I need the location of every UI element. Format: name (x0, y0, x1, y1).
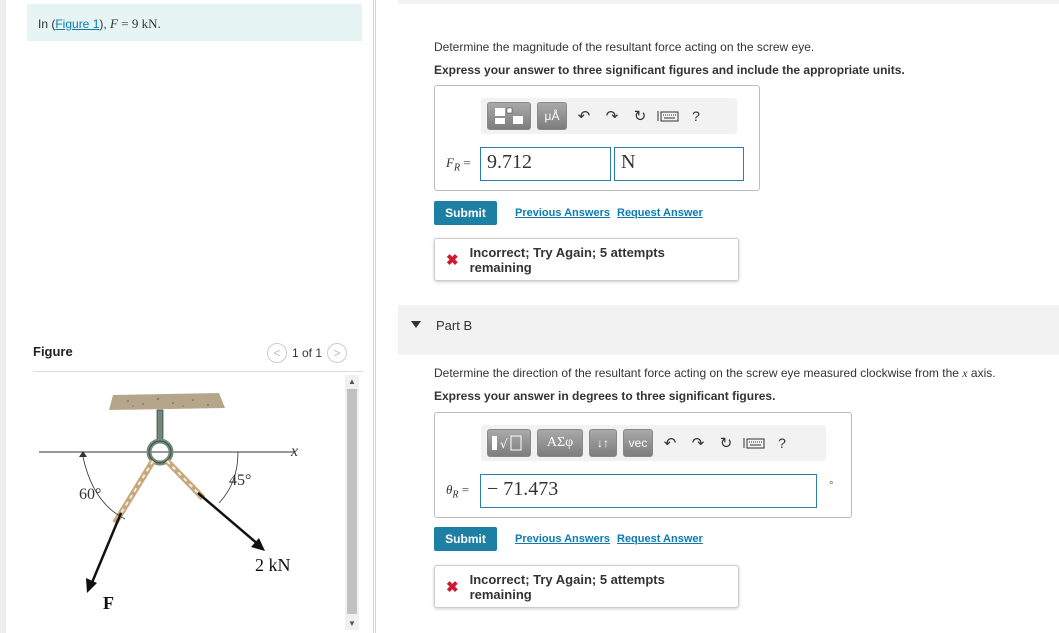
page: In (Figure 1), F = 9 kN. Figure < 1 of 1… (0, 0, 1059, 633)
help-icon[interactable]: ? (771, 435, 793, 451)
sort-button[interactable]: ↓↑ (589, 429, 617, 457)
intro-suffix: ), (99, 17, 111, 31)
reset-icon[interactable]: ↻ (715, 430, 737, 456)
partA-question: Determine the magnitude of the resultant… (434, 40, 815, 54)
error-icon: ✖ (446, 578, 459, 596)
redo-icon[interactable]: ↷ (687, 430, 709, 456)
partB-previous-answers-link[interactable]: Previous Answers (515, 533, 610, 545)
template-button[interactable] (487, 102, 531, 130)
undo-icon[interactable]: ↶ (573, 103, 595, 129)
collapse-triangle-icon[interactable] (411, 321, 421, 328)
force-variable: F (110, 16, 118, 31)
angle-45-label: 45° (229, 472, 251, 489)
partB-value-input[interactable]: − 71.473 (480, 474, 817, 508)
partA-answer-box: μÅ ↶ ↷ ↻ ? FR = 9.712 N (434, 85, 760, 191)
force-2kN-label: 2 kN (255, 555, 291, 575)
scroll-thumb[interactable] (347, 389, 357, 614)
partA-label-var: F (446, 155, 454, 170)
force-F-label: F (103, 593, 114, 613)
partA-header (398, 0, 1059, 4)
keyboard-icon[interactable] (743, 430, 765, 456)
partB-feedback: ✖ Incorrect; Try Again; 5 attempts remai… (434, 565, 739, 608)
partA-label-eq: = (460, 155, 471, 170)
redo-icon[interactable]: ↷ (601, 103, 623, 129)
partB-instruction: Express your answer in degrees to three … (434, 389, 776, 403)
help-icon[interactable]: ? (685, 108, 707, 124)
partB-feedback-text: Incorrect; Try Again; 5 attempts remaini… (469, 571, 665, 602)
screw-stem (156, 409, 164, 441)
vec-button[interactable]: vec (623, 429, 653, 457)
partB-question: Determine the direction of the resultant… (434, 366, 996, 381)
partB-submit-button[interactable]: Submit (434, 527, 497, 551)
partA-previous-answers-link[interactable]: Previous Answers (515, 207, 610, 219)
scroll-down-icon[interactable]: ▼ (348, 619, 356, 628)
screw-eye-diagram: x F 2 kN 60° 45° (39, 393, 298, 613)
partA-label: FR = (446, 155, 471, 174)
force-value: = 9 kN. (118, 16, 161, 31)
ceiling-block (109, 393, 225, 410)
partB-label: θR = (446, 482, 469, 501)
template-sqrt-button[interactable]: √ (487, 429, 531, 457)
partA-unit-input[interactable]: N (614, 147, 744, 181)
figure-scrollbar[interactable]: ▲ ▼ (345, 375, 359, 630)
partB-question-prefix: Determine the direction of the resultant… (434, 366, 963, 380)
figure-divider (33, 371, 363, 372)
svg-text:√: √ (500, 437, 508, 451)
undo-icon[interactable]: ↶ (659, 430, 681, 456)
partB-answer-box: √ ΑΣφ ↓↑ vec ↶ ↷ ↻ ? θR = − 71.473 ° (434, 412, 852, 518)
figure-pager-label: 1 of 1 (292, 346, 323, 360)
angle-60-label: 60° (79, 486, 101, 503)
units-button[interactable]: μÅ (537, 102, 567, 130)
figure-diagram: x F 2 kN 60° 45° (33, 373, 343, 631)
prev-figure-button[interactable]: < (267, 343, 287, 363)
partB-request-answer-link[interactable]: Request Answer (617, 533, 703, 545)
partB-toolbar: √ ΑΣφ ↓↑ vec ↶ ↷ ↻ ? (481, 425, 826, 461)
partA-toolbar: μÅ ↶ ↷ ↻ ? (481, 98, 737, 134)
template-icon (495, 107, 523, 124)
force-F-arrow (89, 512, 123, 586)
partB-label-eq: = (458, 482, 470, 497)
partA-feedback: ✖ Incorrect; Try Again; 5 attempts remai… (434, 238, 739, 281)
partB-title[interactable]: Part B (436, 318, 472, 333)
template-sqrt-icon: √ (492, 435, 522, 451)
next-figure-button[interactable]: > (327, 343, 348, 363)
partB-question-suffix: axis. (967, 366, 996, 380)
partA-request-answer-link[interactable]: Request Answer (617, 207, 703, 219)
force-2kN-arrow (197, 492, 260, 546)
answer-panel: Determine the magnitude of the resultant… (376, 0, 1059, 633)
partA-instruction: Express your answer to three significant… (434, 63, 905, 77)
error-icon: ✖ (446, 251, 459, 269)
x-axis-label: x (290, 443, 298, 460)
keyboard-icon[interactable] (657, 103, 679, 129)
problem-statement: In (Figure 1), F = 9 kN. (27, 4, 362, 41)
figure-link[interactable]: Figure 1 (55, 17, 99, 31)
partA-feedback-text: Incorrect; Try Again; 5 attempts remaini… (469, 244, 665, 275)
reset-icon[interactable]: ↻ (629, 103, 651, 129)
symbols-button[interactable]: ΑΣφ (537, 429, 583, 457)
intro-prefix: In ( (38, 17, 56, 31)
force-F-arrowhead (86, 578, 97, 593)
figure-title: Figure (33, 344, 73, 359)
figure-pager: < 1 of 1 > (267, 343, 348, 363)
partA-submit-button[interactable]: Submit (434, 201, 497, 225)
partA-value-input[interactable]: 9.712 (480, 147, 611, 181)
partB-header[interactable] (398, 305, 1059, 355)
scroll-up-icon[interactable]: ▲ (348, 377, 356, 386)
partB-unit-label: ° (829, 480, 834, 492)
